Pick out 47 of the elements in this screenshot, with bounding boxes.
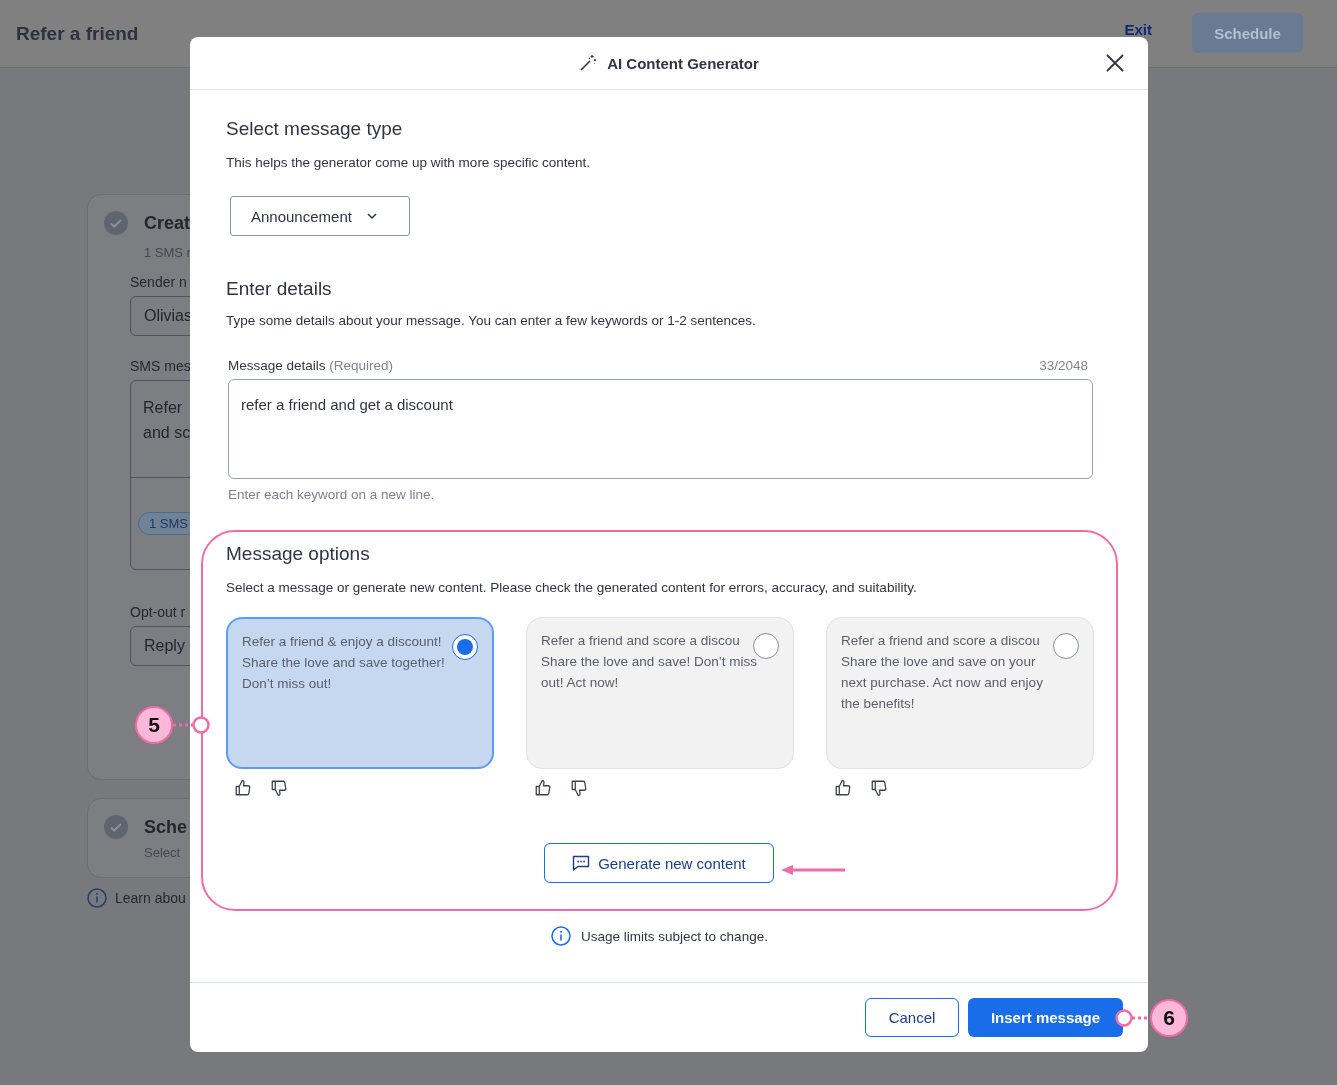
info-icon [87, 888, 107, 908]
close-button[interactable] [1104, 52, 1126, 74]
step-title: Creat [144, 212, 191, 234]
section-description: Select a message or generate new content. Please check the generated content for errors, accuracy, and suitability. [226, 580, 918, 595]
info-icon [551, 926, 572, 946]
radio-button[interactable] [452, 634, 478, 660]
learn-link[interactable]: Learn abou [115, 890, 186, 906]
message-type-dropdown[interactable]: Announcement [230, 196, 410, 236]
section-description: This helps the generator come up with more specific content. [226, 155, 591, 170]
exit-link[interactable]: Exit [1124, 21, 1152, 38]
insert-message-button[interactable]: Insert message [968, 998, 1123, 1037]
thumbs-down-icon[interactable] [570, 779, 588, 797]
dialog-title: AI Content Generator [607, 54, 759, 72]
message-option-card[interactable]: Refer a friend & enjoy a discount! Share the love and save together! Don’t miss out! [226, 617, 494, 769]
message-text: Refer a friend and score a discou Share the love and save! Don’t miss out! Act now! [541, 632, 759, 692]
page-title: Refer a friend [16, 23, 140, 45]
chat-bubble-icon [572, 855, 591, 871]
radio-button[interactable] [1053, 633, 1079, 659]
usage-note: Usage limits subject to change. [581, 928, 768, 944]
field-label: Opt-out r [130, 604, 186, 620]
field-label: Message details (Required) [228, 358, 394, 373]
magic-wand-icon [579, 54, 598, 72]
thumbs-up-icon[interactable] [834, 779, 852, 797]
thumbs-down-icon[interactable] [270, 779, 288, 797]
section-heading: Message options [226, 543, 371, 565]
thumbs-down-icon[interactable] [870, 779, 888, 797]
step-title: Sche [144, 816, 188, 838]
message-details-field[interactable]: refer a friend and get a discount [228, 379, 1093, 479]
field-hint: Enter each keyword on a new line. [228, 487, 436, 502]
cancel-button[interactable]: Cancel [865, 998, 959, 1037]
message-text: Refer a friend & enjoy a discount! Share the love and save together! Don’t miss out! [242, 633, 446, 693]
thumbs-up-icon[interactable] [234, 779, 252, 797]
section-heading: Enter details [226, 278, 333, 300]
character-counter: 33/2048 [1039, 358, 1088, 373]
step-number-badge: 6 [1150, 999, 1188, 1037]
field-label: SMS mes [130, 358, 191, 374]
thumbs-up-icon[interactable] [534, 779, 552, 797]
chevron-down-icon [365, 212, 378, 220]
message-option-card[interactable]: Refer a friend and score a discou Share the love and save! Don’t miss out! Act now! [526, 617, 794, 769]
section-description: Type some details about your message. You can enter a few keywords or 1-2 sentences. [226, 313, 757, 328]
field-label: Sender n [130, 274, 187, 290]
arrow [781, 864, 845, 876]
message-text: Refer a friend and score a discou Share the love and save on your next purchase. Act now and enjoy the benefits! [841, 632, 1044, 713]
generate-button[interactable]: Generate new content [544, 843, 774, 883]
radio-button[interactable] [753, 633, 779, 659]
section-heading: Select message type [226, 118, 404, 140]
message-option-card[interactable]: Refer a friend and score a discou Share the love and save on your next purchase. Act now and enjoy the benefits! [826, 617, 1094, 769]
